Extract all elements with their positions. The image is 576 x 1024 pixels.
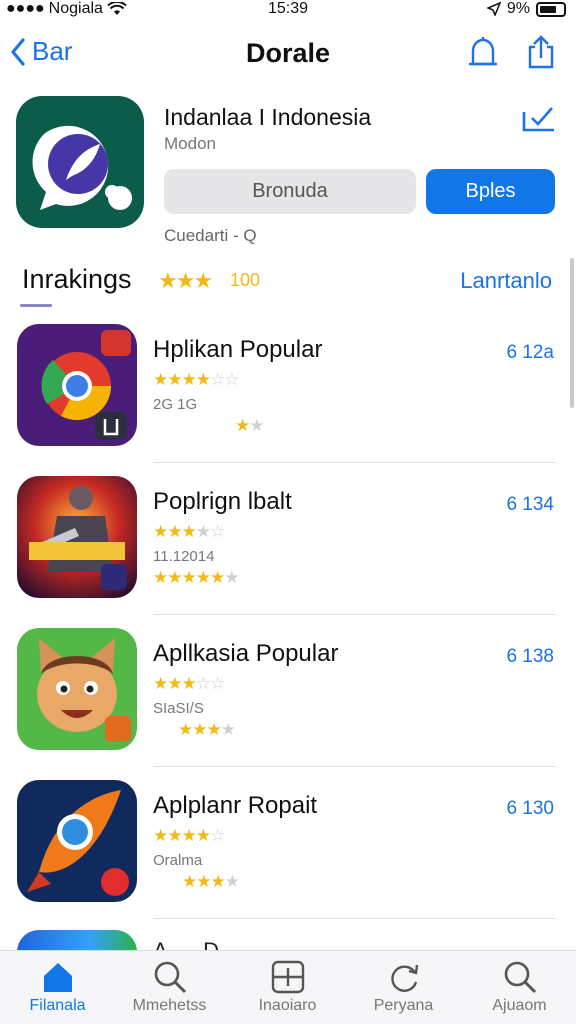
status-right: 9% (486, 0, 566, 18)
divider (153, 918, 556, 919)
tab-label: Mmehetss (132, 997, 207, 1014)
star-rating-icon: ★★ (235, 416, 265, 435)
refresh-icon (390, 964, 418, 992)
location-arrow-icon (486, 2, 501, 16)
app-header: Indanlaa I Indonesia Modon Bronuda Bples… (0, 96, 576, 256)
navigation-bar: Bar Dorale (0, 30, 576, 78)
list-item[interactable]: Apllkasia Popular ★★★☆☆ SIaSI/S ★★★★ 6 1… (0, 626, 576, 778)
secondary-button[interactable]: Bronuda (164, 169, 416, 214)
app-name: Aplplanr Ropait (153, 792, 318, 819)
app-meta: Cuedarti - Q (164, 226, 257, 245)
price-button[interactable]: 6 130 (506, 798, 554, 820)
tab-home[interactable]: Filanala (0, 957, 115, 1015)
rating-stars-icon: ★★★ (158, 268, 213, 293)
app-meta: 11.12014 (153, 548, 215, 565)
price-button[interactable]: 6 134 (506, 494, 554, 516)
nav-actions (466, 34, 556, 70)
divider (153, 462, 556, 463)
warrior-game-icon (17, 476, 137, 598)
rankings-header: Inrakings ★★★ 100 Lanrtanlo (0, 262, 576, 310)
see-all-link[interactable]: Lanrtanlo (460, 268, 552, 294)
share-icon[interactable] (526, 34, 556, 70)
search-icon (504, 961, 536, 994)
checkmark-icon[interactable] (522, 104, 556, 132)
tab-label: Filanala (29, 997, 86, 1014)
app-name: Apllkasia Popular (153, 640, 339, 667)
app-title: Indanlaa I Indonesia (164, 104, 372, 130)
list-item[interactable]: Hplikan Popular ★★★★☆☆ 2G 1G ★★ 6 12a (0, 322, 576, 474)
battery-icon (536, 1, 566, 17)
tab-label: Peryana (373, 997, 434, 1014)
tab-grid[interactable]: Inaoiaro (230, 957, 345, 1015)
tab-search[interactable]: Mmehetss (112, 957, 227, 1015)
star-rating-icon: ★★★★☆☆ (153, 370, 239, 389)
rocket-icon (17, 780, 137, 902)
primary-button[interactable]: Bples (426, 169, 555, 214)
star-rating-icon: ★★★★★★ (153, 568, 239, 587)
list-item[interactable]: Aplplanr Ropait ★★★★☆ Oralma ★★★★ 6 130 (0, 778, 576, 930)
tab-label: Ajuaom (492, 997, 547, 1014)
battery-percent: 9% (506, 0, 530, 17)
grid-icon (271, 960, 304, 994)
star-rating-icon: ★★★☆☆ (153, 674, 225, 693)
list-item[interactable]: Poplrign lbalt ★★★★☆ 11.12014 ★★★★★★ 6 1… (0, 474, 576, 626)
search-icon (154, 961, 186, 994)
home-icon (43, 963, 72, 992)
app-meta: Oralma (153, 852, 203, 869)
app-logo-icon[interactable] (16, 96, 144, 228)
cat-character-icon (17, 628, 137, 750)
app-subtitle: Modon (164, 134, 216, 153)
tab-search-alt[interactable]: Ajuaom (462, 957, 576, 1015)
tab-label: Inaoiaro (258, 997, 317, 1014)
star-rating-icon: ★★★★ (182, 872, 240, 891)
app-meta: SIaSI/S (153, 700, 204, 717)
bell-icon[interactable] (466, 34, 500, 70)
divider (153, 614, 556, 615)
section-underline (20, 304, 52, 307)
app-name: Poplrign lbalt (153, 488, 292, 515)
star-rating-icon: ★★★★☆ (153, 826, 225, 845)
section-title: Inrakings (22, 264, 132, 294)
tab-bar: Filanala Mmehetss Inaoiaro Peryana Ajuao… (0, 950, 576, 1024)
rating-value: 100 (230, 270, 261, 290)
app-name: Hplikan Popular (153, 336, 323, 363)
tab-refresh[interactable]: Peryana (346, 957, 461, 1015)
star-rating-icon: ★★★★ (178, 720, 236, 739)
app-meta: 2G 1G (153, 396, 198, 413)
status-bar: ●●●● Nogiala 15:39 9% (0, 0, 576, 22)
price-button[interactable]: 6 12a (506, 342, 554, 364)
divider (153, 766, 556, 767)
chrome-icon (17, 324, 137, 446)
price-button[interactable]: 6 138 (506, 646, 554, 668)
star-rating-icon: ★★★★☆ (153, 522, 225, 541)
